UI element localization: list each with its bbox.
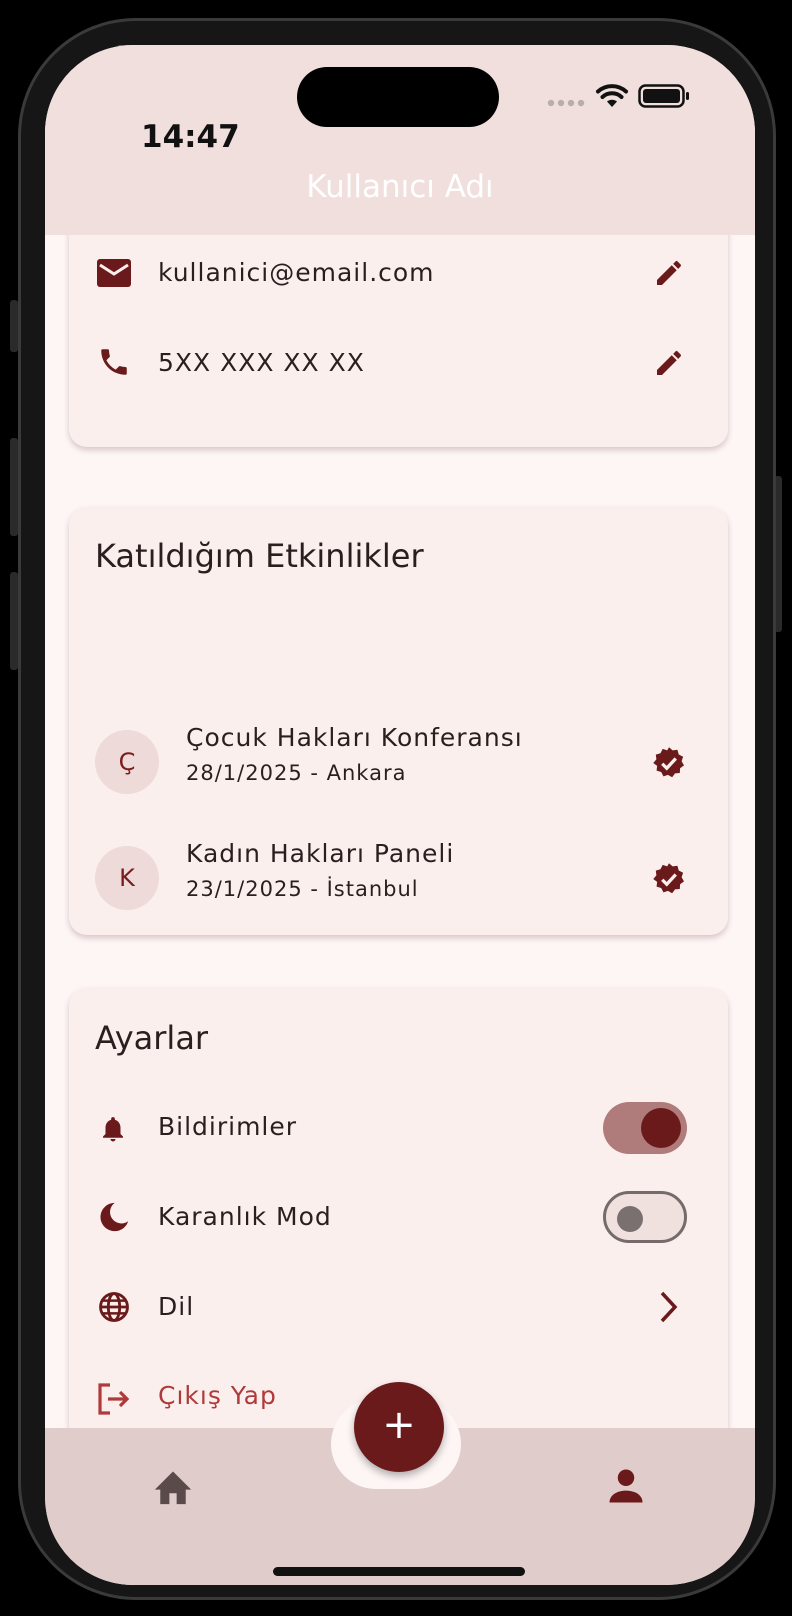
dynamic-island	[297, 67, 499, 127]
notifications-label: Bildirimler	[158, 1112, 298, 1141]
phone-value: 5XX XXX XX XX	[158, 348, 365, 377]
bell-icon	[103, 1117, 123, 1142]
logout-icon	[98, 1383, 130, 1415]
status-bar: 14:47 Kullanıcı Adı	[45, 45, 755, 235]
edit-email-icon[interactable]	[653, 257, 685, 289]
settings-card: Ayarlar Bildirimler Karanlık Mod Dil Çık…	[69, 988, 728, 1446]
mute-switch	[10, 300, 18, 352]
add-button[interactable]: +	[354, 1382, 444, 1472]
signal-icon	[547, 99, 585, 107]
event-subtitle: 28/1/2025 - Ankara	[186, 761, 407, 785]
status-time: 14:47	[141, 119, 240, 155]
events-title: Katıldığım Etkinlikler	[95, 537, 424, 575]
verified-icon	[653, 747, 684, 778]
language-label: Dil	[158, 1292, 195, 1321]
logout-button[interactable]: Çıkış Yap	[158, 1381, 277, 1410]
event-avatar: K	[95, 846, 159, 910]
page-title: Kullanıcı Adı	[306, 169, 494, 205]
profile-icon[interactable]	[604, 1464, 648, 1508]
events-card: Katıldığım Etkinlikler Ç Çocuk Hakları K…	[69, 507, 728, 935]
settings-title: Ayarlar	[95, 1019, 209, 1057]
profile-content[interactable]: kullanici@email.com 5XX XXX XX XX Katıld…	[45, 235, 755, 1475]
dark-mode-label: Karanlık Mod	[158, 1202, 332, 1231]
home-indicator	[273, 1567, 525, 1576]
event-subtitle: 23/1/2025 - İstanbul	[186, 877, 419, 901]
event-title: Kadın Hakları Paneli	[186, 839, 455, 868]
screen: 14:47 Kullanıcı Adı kullanici@email.com	[45, 45, 755, 1585]
volume-down-button	[10, 572, 18, 670]
phone-icon	[101, 349, 127, 375]
home-icon[interactable]	[151, 1466, 195, 1506]
wifi-icon	[596, 84, 628, 107]
moon-icon	[100, 1202, 129, 1232]
notifications-toggle[interactable]	[603, 1102, 687, 1154]
event-avatar: Ç	[95, 730, 159, 794]
event-title: Çocuk Hakları Konferansı	[186, 723, 523, 752]
volume-up-button	[10, 438, 18, 536]
edit-phone-icon[interactable]	[653, 347, 685, 379]
dark-mode-toggle[interactable]	[603, 1191, 687, 1243]
contact-card: kullanici@email.com 5XX XXX XX XX	[69, 235, 728, 447]
chevron-right-icon[interactable]	[657, 1290, 681, 1324]
verified-icon	[653, 863, 684, 894]
mail-icon	[97, 259, 131, 287]
battery-icon	[638, 84, 689, 108]
email-value: kullanici@email.com	[158, 258, 435, 287]
globe-icon	[99, 1292, 129, 1322]
